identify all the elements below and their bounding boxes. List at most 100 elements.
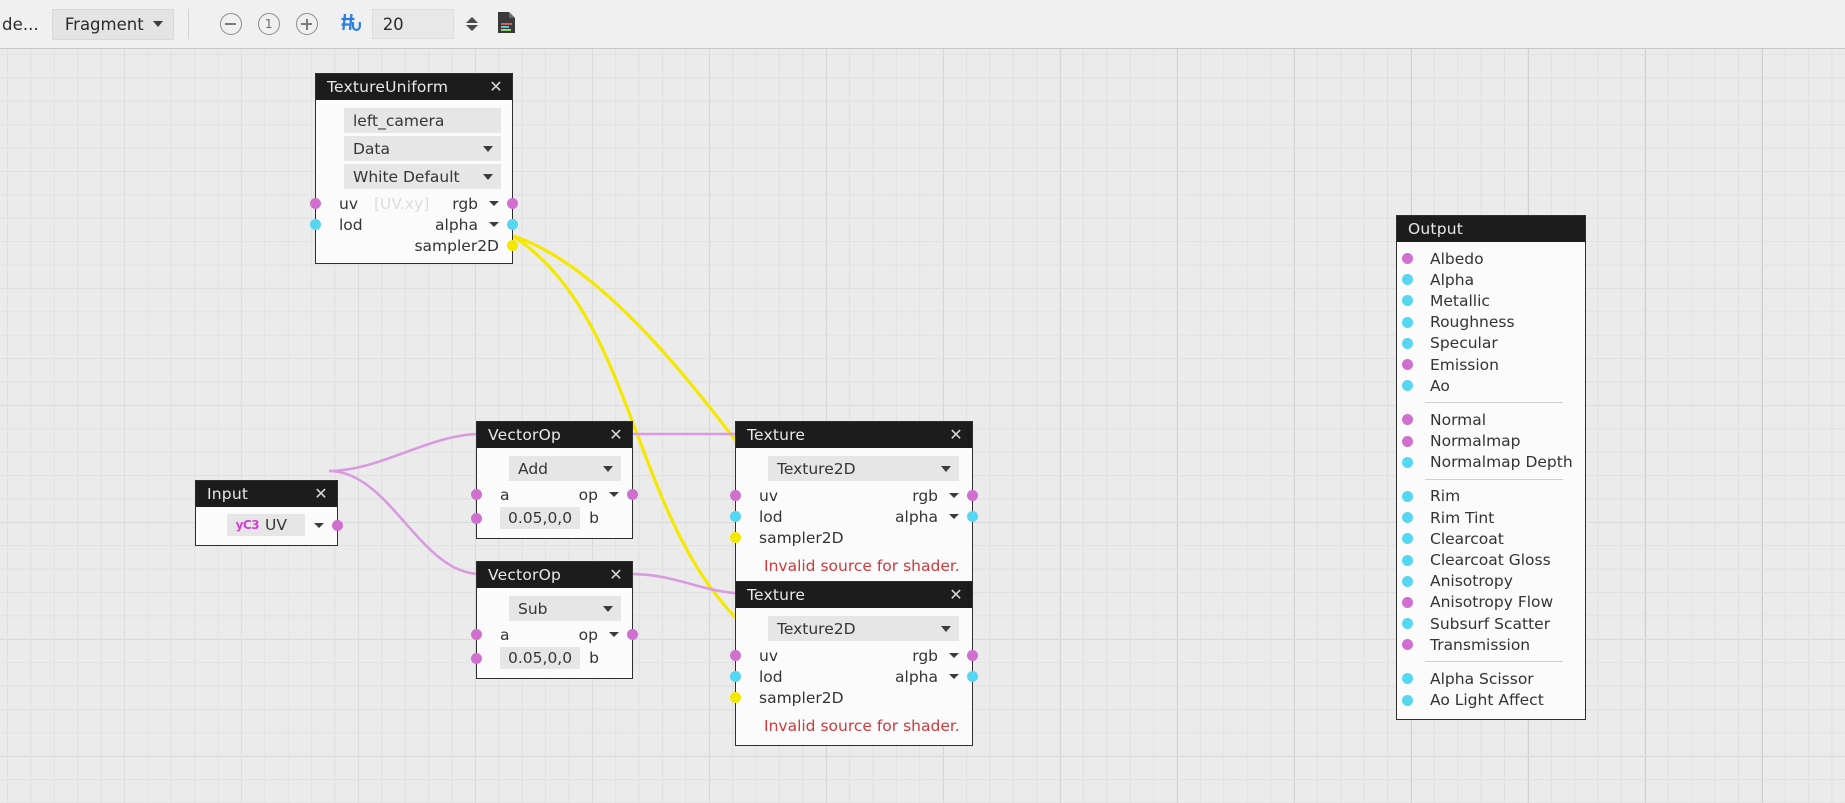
chevron-down-icon[interactable] <box>949 674 959 679</box>
port-dot-ao-light-affect[interactable] <box>1402 694 1413 706</box>
port-dot-a-in[interactable] <box>471 489 482 500</box>
port-dot-emission[interactable] <box>1402 359 1413 371</box>
shader-stage-select[interactable]: Fragment <box>51 8 174 40</box>
close-icon[interactable]: ✕ <box>947 586 965 604</box>
port-dot-a-in[interactable] <box>471 629 482 640</box>
port-dot-op-out[interactable] <box>627 489 638 500</box>
mode-label-truncated[interactable]: de... <box>0 15 39 34</box>
port-row-a[interactable]: a op <box>471 484 638 505</box>
close-icon[interactable]: ✕ <box>312 485 330 503</box>
vectorop-operation-select[interactable]: Sub <box>509 596 621 621</box>
port-dot-alpha-out[interactable] <box>967 671 978 682</box>
port-row-lod[interactable]: lod alpha <box>730 666 978 687</box>
port-row-sampler2d[interactable]: sampler2D <box>730 687 972 708</box>
output-port-row[interactable]: Transmission <box>1397 634 1585 655</box>
texture-type-select[interactable]: Texture2D <box>768 456 959 481</box>
port-dot-uv-in[interactable] <box>730 490 741 501</box>
port-row-b[interactable]: 0.05,0,0 b <box>471 505 632 531</box>
port-dot-lod-in[interactable] <box>730 511 741 522</box>
port-dot-subsurf-scatter[interactable] <box>1402 618 1413 630</box>
port-dot-ao[interactable] <box>1402 380 1413 392</box>
output-port-row[interactable]: Alpha <box>1397 269 1585 290</box>
port-dot-sampler2d-in[interactable] <box>730 532 741 543</box>
output-port-row[interactable]: Metallic <box>1397 290 1585 311</box>
node-header[interactable]: Texture ✕ <box>736 422 972 448</box>
output-port-row[interactable]: Ao <box>1397 375 1585 396</box>
uniform-name-input[interactable]: left_camera <box>344 108 501 133</box>
port-dot-uv-out[interactable] <box>332 519 343 531</box>
port-row-b[interactable]: 0.05,0,0 b <box>471 645 632 671</box>
close-icon[interactable]: ✕ <box>607 426 625 444</box>
node-input[interactable]: Input ✕ уС3 UV <box>195 480 343 546</box>
chevron-down-icon[interactable] <box>949 514 959 519</box>
node-header[interactable]: Input ✕ <box>196 481 337 507</box>
node-header[interactable]: Texture ✕ <box>736 582 972 608</box>
vectorop-b-input[interactable]: 0.05,0,0 <box>500 647 581 669</box>
output-port-row[interactable]: Emission <box>1397 354 1585 375</box>
node-header[interactable]: VectorOp ✕ <box>477 422 632 448</box>
port-dot-rgb-out[interactable] <box>507 198 518 209</box>
grid-size-stepper[interactable] <box>465 17 478 31</box>
port-dot-b-in[interactable] <box>471 652 482 664</box>
port-dot-normal[interactable] <box>1402 414 1413 426</box>
output-port-row[interactable]: Anisotropy Flow <box>1397 592 1585 613</box>
close-icon[interactable]: ✕ <box>487 78 505 96</box>
grid-size-input[interactable]: 20 <box>371 9 454 39</box>
output-port-row[interactable]: Subsurf Scatter <box>1397 613 1585 634</box>
port-dot-clearcoat-gloss[interactable] <box>1402 554 1413 566</box>
port-dot-anisotropy-flow[interactable] <box>1402 596 1413 608</box>
port-dot-anisotropy[interactable] <box>1402 575 1413 587</box>
chevron-down-icon[interactable] <box>314 522 324 528</box>
port-dot-normalmap-depth[interactable] <box>1402 456 1413 468</box>
zoom-out-button[interactable] <box>219 13 242 35</box>
chevron-down-icon[interactable] <box>489 201 499 206</box>
port-dot-roughness[interactable] <box>1402 316 1413 328</box>
port-dot-metallic[interactable] <box>1402 295 1413 307</box>
port-row-uv[interactable]: uv [UV.xy] rgb <box>310 193 518 214</box>
port-dot-clearcoat[interactable] <box>1402 533 1413 545</box>
output-port-row[interactable]: Albedo <box>1397 248 1585 269</box>
port-dot-lod-in[interactable] <box>730 671 741 682</box>
port-dot-alpha-out[interactable] <box>507 219 518 230</box>
node-texture-uniform[interactable]: TextureUniform ✕ left_camera Data White … <box>310 73 518 264</box>
port-row-uv[interactable]: uv rgb <box>730 485 978 506</box>
output-port-row[interactable]: Specular <box>1397 333 1585 354</box>
port-row-input-uv[interactable]: уС3 UV <box>196 513 343 537</box>
output-port-row[interactable]: Normalmap <box>1397 431 1585 452</box>
port-dot-sampler2d-out[interactable] <box>507 240 518 251</box>
port-dot-transmission[interactable] <box>1402 639 1413 651</box>
port-dot-lod-in[interactable] <box>310 219 321 230</box>
node-header[interactable]: TextureUniform ✕ <box>316 74 512 100</box>
close-icon[interactable]: ✕ <box>947 426 965 444</box>
output-port-row[interactable]: Normal <box>1397 409 1585 430</box>
texture-type-select[interactable]: Texture2D <box>768 616 959 641</box>
zoom-in-button[interactable] <box>295 13 318 35</box>
output-port-row[interactable]: Rim Tint <box>1397 507 1585 528</box>
chevron-down-icon[interactable] <box>609 632 619 637</box>
port-dot-alpha-scissor[interactable] <box>1402 673 1413 685</box>
output-port-row[interactable]: Rim <box>1397 486 1585 507</box>
port-dot-alpha-out[interactable] <box>967 511 978 522</box>
node-vectorop-sub[interactable]: VectorOp ✕ Sub a op 0.05,0,0 b <box>471 561 638 679</box>
port-row-lod[interactable]: lod alpha <box>310 214 518 235</box>
uniform-default-select[interactable]: White Default <box>344 164 501 189</box>
node-output[interactable]: Output Albedo Alpha Metallic Roughness Specu… <box>1396 215 1586 720</box>
port-dot-uv-in[interactable] <box>310 198 321 209</box>
output-port-row[interactable]: Roughness <box>1397 312 1585 333</box>
port-dot-alpha[interactable] <box>1402 274 1413 286</box>
chevron-down-icon[interactable] <box>949 653 959 658</box>
node-graph-canvas[interactable]: TextureUniform ✕ left_camera Data White … <box>0 49 1845 803</box>
output-port-row[interactable]: Anisotropy <box>1397 571 1585 592</box>
zoom-reset-button[interactable]: 1 <box>257 13 280 35</box>
uniform-scope-select[interactable]: Data <box>344 136 501 161</box>
output-port-row[interactable]: Clearcoat Gloss <box>1397 549 1585 570</box>
node-vectorop-add[interactable]: VectorOp ✕ Add a op 0.05,0,0 b <box>471 421 638 539</box>
snap-grid-icon[interactable] <box>340 11 362 37</box>
output-port-row[interactable]: Ao Light Affect <box>1397 690 1585 711</box>
port-row-uv[interactable]: uv rgb <box>730 645 978 666</box>
port-dot-op-out[interactable] <box>627 629 638 640</box>
port-row-a[interactable]: a op <box>471 624 638 645</box>
chevron-down-icon[interactable] <box>949 493 959 498</box>
stepper-down-icon[interactable] <box>465 25 478 31</box>
stepper-up-icon[interactable] <box>465 17 478 23</box>
